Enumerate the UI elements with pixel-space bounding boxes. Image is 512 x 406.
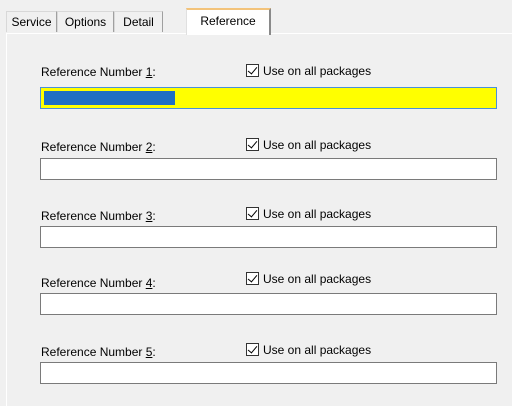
use-on-all-packages-checkbox-2[interactable]: Use on all packages — [246, 138, 371, 152]
checkbox-checked-icon[interactable] — [246, 138, 259, 151]
reference-number-1-input[interactable] — [40, 87, 497, 109]
checkbox-checked-icon[interactable] — [246, 64, 259, 77]
tab-service[interactable]: Service — [6, 11, 57, 32]
reference-number-3-label: Reference Number 3: — [41, 209, 156, 223]
checkbox-checked-icon[interactable] — [246, 343, 259, 356]
checkbox-checked-icon[interactable] — [246, 207, 259, 220]
tab-options[interactable]: Options — [57, 11, 114, 32]
tab-strip: Service Options Detail Reference — [6, 8, 512, 35]
reference-number-5-input[interactable] — [40, 362, 497, 384]
reference-number-4-label: Reference Number 4: — [41, 276, 156, 290]
tab-detail[interactable]: Detail — [114, 11, 163, 32]
reference-number-2-input[interactable] — [40, 158, 497, 180]
reference-number-4-input[interactable] — [40, 293, 497, 315]
tab-reference[interactable]: Reference — [186, 8, 271, 35]
text-selection-highlight — [44, 91, 175, 105]
use-on-all-packages-checkbox-4[interactable]: Use on all packages — [246, 272, 371, 286]
reference-number-3-input[interactable] — [40, 226, 497, 248]
reference-number-1-label: Reference Number 1: — [41, 65, 156, 79]
reference-number-2-label: Reference Number 2: — [41, 140, 156, 154]
reference-number-5-label: Reference Number 5: — [41, 345, 156, 359]
use-on-all-packages-checkbox-1[interactable]: Use on all packages — [246, 64, 371, 78]
use-on-all-packages-checkbox-5[interactable]: Use on all packages — [246, 343, 371, 357]
checkbox-checked-icon[interactable] — [246, 272, 259, 285]
use-on-all-packages-checkbox-3[interactable]: Use on all packages — [246, 207, 371, 221]
